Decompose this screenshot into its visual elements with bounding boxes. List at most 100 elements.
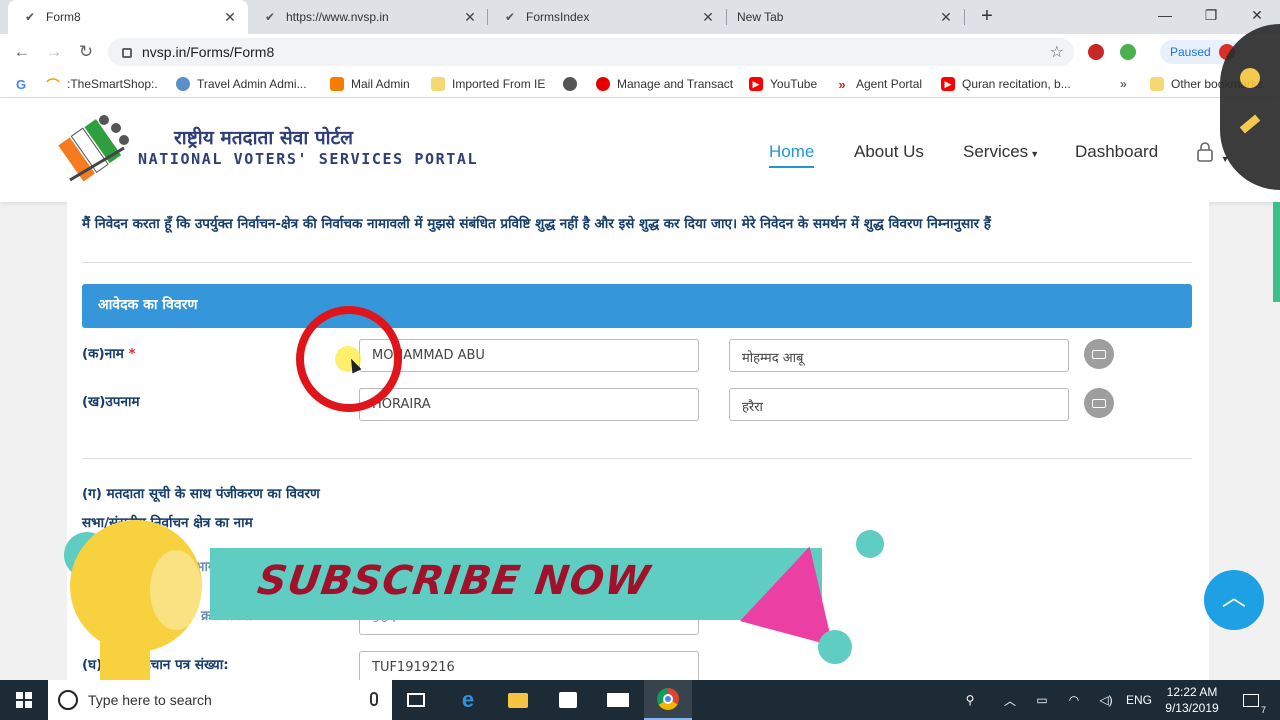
surname-english-input[interactable]: HORAIRA bbox=[359, 388, 699, 421]
bookmark-star-icon[interactable]: ☆ bbox=[1050, 42, 1064, 62]
bookmark-agent-portal[interactable]: » Agent Portal bbox=[835, 76, 922, 92]
bookmarks-overflow[interactable]: » bbox=[1120, 76, 1127, 92]
browser-tab-strip: ✔ Form8 ✕ ✔ https://www.nvsp.in ✕ ✔ Form… bbox=[0, 0, 1280, 34]
people-icon[interactable]: ⚲ bbox=[958, 680, 982, 720]
search-placeholder: Type here to search bbox=[88, 692, 212, 708]
scroll-to-top-button[interactable]: ︿ bbox=[1204, 570, 1264, 630]
tab-form8[interactable]: ✔ Form8 ✕ bbox=[8, 0, 248, 34]
extension-globe-icon[interactable] bbox=[1120, 44, 1136, 60]
wifi-icon[interactable]: ◠ bbox=[1062, 680, 1086, 720]
address-bar[interactable]: nvsp.in/Forms/Form8 ☆ bbox=[108, 38, 1074, 66]
active-underline bbox=[769, 166, 815, 168]
decor-shine bbox=[150, 550, 202, 630]
volume-icon[interactable]: ◁) bbox=[1094, 680, 1118, 720]
tab-divider bbox=[964, 9, 965, 25]
folder-icon bbox=[1150, 77, 1164, 91]
eci-logo[interactable] bbox=[52, 108, 134, 188]
store-icon[interactable] bbox=[544, 680, 592, 720]
required-mark: * bbox=[128, 346, 136, 362]
pen-icon[interactable] bbox=[1239, 114, 1261, 134]
tab-title: Form8 bbox=[46, 10, 81, 24]
site-header: राष्ट्रीय मतदाता सेवा पोर्टल NATIONAL VO… bbox=[0, 98, 1280, 202]
surname-hindi-input[interactable]: हरैरा bbox=[729, 388, 1069, 421]
nav-home-label: Home bbox=[769, 142, 815, 161]
nvsp-favicon-icon: ✔ bbox=[24, 10, 36, 24]
declaration-text: मैं निवेदन करता हूँ कि उपर्युक्त निर्वाच… bbox=[82, 216, 991, 232]
windows-logo-icon bbox=[16, 692, 32, 708]
tab-nvsp-home[interactable]: ✔ https://www.nvsp.in ✕ bbox=[248, 0, 488, 34]
nav-about[interactable]: About Us bbox=[854, 142, 924, 162]
back-arrow-icon[interactable]: ← bbox=[10, 41, 34, 63]
forward-arrow-icon[interactable]: → bbox=[42, 41, 66, 63]
vodafone-icon bbox=[596, 77, 610, 91]
smile-icon: ⌒ bbox=[46, 77, 60, 93]
extension-icon[interactable] bbox=[1088, 44, 1104, 60]
file-explorer-icon[interactable] bbox=[494, 680, 542, 720]
youtube-icon: ▶ bbox=[941, 77, 955, 91]
url-text: nvsp.in/Forms/Form8 bbox=[142, 44, 275, 60]
minimize-icon[interactable]: — bbox=[1142, 0, 1188, 30]
bookmark-travel-admin[interactable]: Travel Admin Admi... bbox=[176, 76, 307, 92]
registration-label: (ग) मतदाता सूची के साथ पंजीकरण का विवरण bbox=[82, 486, 320, 502]
bookmark-label: Travel Admin Admi... bbox=[197, 77, 307, 91]
keyboard-icon[interactable] bbox=[1084, 339, 1114, 369]
tab-new-tab[interactable]: New Tab ✕ bbox=[726, 0, 964, 34]
bookmark-label: Agent Portal bbox=[856, 77, 923, 91]
bookmark-label: YouTube bbox=[770, 77, 818, 91]
bookmark-label: Quran recitation, b... bbox=[962, 77, 1071, 91]
decor-bubble bbox=[856, 530, 884, 558]
bookmark-quran[interactable]: ▶ Quran recitation, b... bbox=[941, 76, 1071, 92]
tab-forms-index[interactable]: ✔ FormsIndex ✕ bbox=[488, 0, 726, 34]
mail-icon[interactable] bbox=[594, 680, 642, 720]
folder-icon bbox=[431, 77, 445, 91]
bookmark-mail-admin[interactable]: Mail Admin bbox=[330, 76, 410, 92]
bookmark-label: Imported From IE bbox=[452, 77, 546, 91]
nav-home[interactable]: Home bbox=[769, 142, 815, 168]
name-hindi-input[interactable]: मोहम्मद आबू bbox=[729, 339, 1069, 372]
close-tab-icon[interactable]: ✕ bbox=[222, 9, 238, 26]
chevron-up-icon[interactable]: ︿ bbox=[998, 680, 1022, 720]
close-tab-icon[interactable]: ✕ bbox=[700, 9, 716, 26]
nav-dashboard[interactable]: Dashboard bbox=[1075, 142, 1158, 162]
bookmark-youtube[interactable]: ▶ YouTube bbox=[749, 76, 817, 92]
reload-icon[interactable]: ↻ bbox=[74, 41, 98, 63]
bookmarks-bar: G ⌒ :TheSmartShop:. Travel Admin Admi...… bbox=[0, 70, 1280, 98]
nav-services[interactable]: Services ▼ bbox=[963, 142, 1039, 162]
nvsp-favicon-icon: ✔ bbox=[504, 10, 516, 24]
divider bbox=[82, 262, 1192, 263]
tab-title: New Tab bbox=[737, 10, 784, 24]
microphone-icon[interactable] bbox=[370, 692, 378, 706]
action-center-icon[interactable]: 7 bbox=[1234, 680, 1268, 720]
restore-icon[interactable]: ❐ bbox=[1188, 0, 1234, 30]
edge-icon[interactable]: e bbox=[444, 680, 492, 720]
brand-hindi: राष्ट्रीय मतदाता सेवा पोर्टल bbox=[174, 127, 354, 149]
keyboard-icon[interactable] bbox=[1084, 388, 1114, 418]
language-indicator[interactable]: ENG bbox=[1124, 680, 1154, 720]
taskbar-search[interactable]: Type here to search bbox=[48, 680, 392, 720]
scrollbar-thumb[interactable] bbox=[1273, 202, 1280, 302]
cortana-icon bbox=[58, 690, 78, 710]
bookmark-manage-transact[interactable]: Manage and Transact bbox=[596, 76, 733, 92]
new-tab-plus-icon[interactable]: + bbox=[976, 5, 998, 27]
brand-english: NATIONAL VOTERS' SERVICES PORTAL bbox=[138, 150, 479, 168]
bookmark-smartshop[interactable]: ⌒ :TheSmartShop:. bbox=[46, 76, 157, 93]
google-icon[interactable]: G bbox=[14, 76, 35, 92]
close-tab-icon[interactable]: ✕ bbox=[938, 9, 954, 26]
decor-bubble bbox=[818, 630, 852, 664]
close-tab-icon[interactable]: ✕ bbox=[462, 9, 478, 26]
task-view-icon[interactable] bbox=[392, 680, 440, 720]
name-english-input[interactable]: MOHAMMAD ABU bbox=[359, 339, 699, 372]
name-label-text: (क)नाम bbox=[82, 346, 124, 362]
paused-label: Paused bbox=[1170, 45, 1211, 59]
lightbulb-icon[interactable] bbox=[1240, 68, 1260, 88]
bookmark-imported-ie[interactable]: Imported From IE bbox=[431, 76, 545, 92]
battery-icon[interactable]: ▭ bbox=[1030, 680, 1054, 720]
caret-down-icon: ▼ bbox=[1030, 149, 1040, 159]
bookmark-label: Mail Admin bbox=[351, 77, 410, 91]
start-button[interactable] bbox=[0, 680, 48, 720]
bookmark-globe[interactable] bbox=[563, 76, 584, 92]
windows-taskbar: Type here to search e ⚲ ︿ ▭ ◠ ◁) ENG 12:… bbox=[0, 680, 1280, 720]
taskbar-clock[interactable]: 12:22 AM 9/13/2019 bbox=[1160, 684, 1224, 716]
chrome-icon[interactable] bbox=[644, 680, 692, 720]
section-header-applicant: आवेदक का विवरण bbox=[82, 284, 1192, 328]
